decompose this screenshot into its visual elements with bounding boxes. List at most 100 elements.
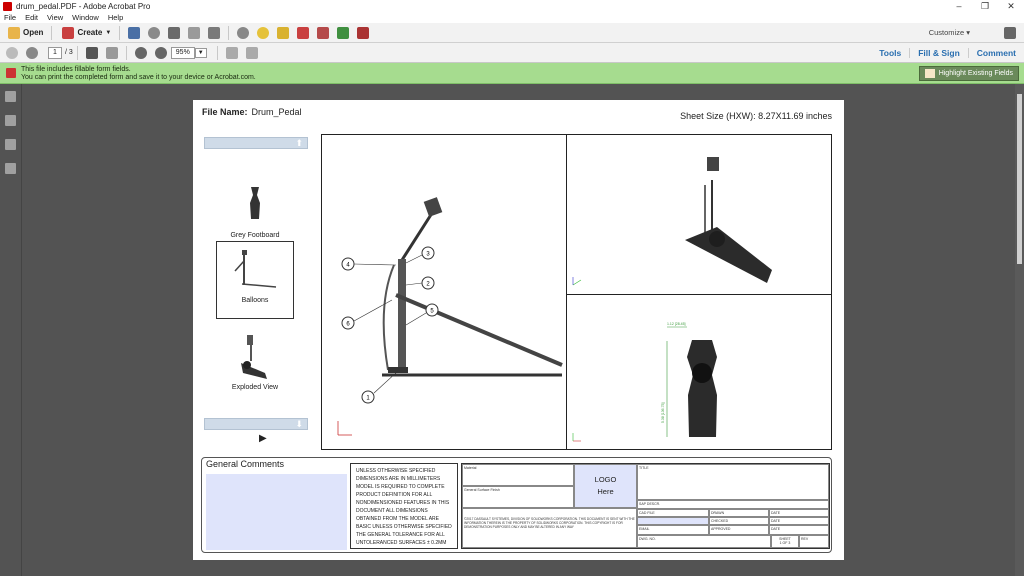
- menu-file[interactable]: File: [0, 13, 21, 22]
- finish-cell: General Surface Finish: [462, 486, 574, 508]
- zoom-input[interactable]: 95%: [170, 46, 195, 59]
- toolbar-divider: [125, 45, 127, 60]
- sap-cell[interactable]: SAP DESCR.: [637, 500, 829, 509]
- approved-cell[interactable]: APPROVED: [709, 525, 769, 535]
- dwg-no-cell[interactable]: DWG. NO.: [637, 535, 771, 548]
- fit-page-icon[interactable]: [225, 46, 238, 59]
- bookmarks-icon[interactable]: [5, 115, 16, 126]
- comment-icon[interactable]: [257, 26, 270, 39]
- main-toolbar: Open Create ▼ Customize ▾: [0, 23, 1024, 43]
- title-cell[interactable]: TITLE: [637, 464, 829, 500]
- fill-sign-link[interactable]: Fill & Sign: [909, 47, 968, 58]
- create-button[interactable]: Create ▼: [58, 25, 115, 41]
- thumb-exploded-view[interactable]: Exploded View: [216, 329, 294, 391]
- comment-link[interactable]: Comment: [967, 47, 1024, 58]
- customize-dropdown[interactable]: Customize ▾: [929, 28, 970, 37]
- title-block: Material General Surface Finish ©2017 DA…: [461, 463, 830, 549]
- save-icon[interactable]: [128, 26, 141, 39]
- highlight-icon[interactable]: [277, 26, 290, 39]
- expand-icon[interactable]: [1004, 26, 1016, 39]
- thumb-label: Grey Footboard: [230, 232, 280, 239]
- date-cell[interactable]: DATE: [769, 525, 829, 535]
- menu-view[interactable]: View: [43, 13, 68, 22]
- general-comments-label: General Comments: [206, 459, 285, 469]
- thumb-scroll-down[interactable]: ⬇: [204, 418, 308, 430]
- isometric-drawing: [572, 157, 772, 286]
- attachments-icon[interactable]: [5, 139, 16, 150]
- create-pdf-icon: [62, 26, 75, 39]
- footboard-thumb-image: [216, 177, 294, 232]
- open-button[interactable]: Open: [2, 25, 47, 41]
- close-button[interactable]: ✕: [998, 1, 1024, 12]
- email-icon[interactable]: [208, 26, 221, 39]
- settings-icon[interactable]: [237, 26, 250, 39]
- arrow-up-icon: ⬆: [295, 138, 303, 148]
- thumb-balloons[interactable]: Balloons: [216, 241, 294, 319]
- menu-window[interactable]: Window: [68, 13, 104, 22]
- cad-file-field[interactable]: [637, 517, 709, 525]
- pdf-app-icon: [3, 1, 12, 11]
- side-dimension: 5.38 [136.75]: [661, 403, 665, 423]
- menu-edit[interactable]: Edit: [21, 13, 43, 22]
- rev-cell[interactable]: REV: [799, 535, 829, 548]
- stamp-icon[interactable]: [297, 26, 310, 39]
- zoom-out-icon[interactable]: [134, 46, 147, 59]
- drawn-cell[interactable]: DRAWN: [709, 509, 769, 517]
- thumb-scroll-up[interactable]: ⬆: [204, 137, 308, 149]
- copyright-cell: ©2017 DASSAULT SYSTEMES, DIVISION OF SOL…: [462, 508, 637, 548]
- thumb-label: Exploded View: [231, 384, 279, 391]
- zoom-dropdown[interactable]: ▼: [194, 47, 207, 58]
- pdf-export-icon[interactable]: [317, 26, 330, 39]
- play-icon[interactable]: ▶: [259, 433, 267, 444]
- file-name-field[interactable]: Drum_Pedal: [252, 107, 302, 117]
- page-number-input[interactable]: 1: [48, 46, 62, 59]
- tools-link[interactable]: Tools: [871, 48, 909, 58]
- checked-cell[interactable]: CHECKED: [709, 517, 769, 525]
- notice-line-2: You can print the completed form and sav…: [21, 74, 256, 81]
- chevron-down-icon: ▼: [105, 29, 112, 36]
- sheet-cell: SHEET 1 OF 3: [771, 535, 799, 548]
- title-bar: drum_pedal.PDF - Adobe Acrobat Pro – ❐ ✕: [0, 0, 1024, 12]
- print-icon[interactable]: [168, 26, 181, 39]
- balloon-view: 1 2 3 4 5 6: [321, 134, 567, 450]
- vertical-scrollbar[interactable]: [1015, 84, 1024, 576]
- full-screen-icon[interactable]: [245, 46, 258, 59]
- select-cursor-icon[interactable]: [85, 46, 98, 59]
- hand-icon[interactable]: [105, 46, 118, 59]
- form-icon[interactable]: [337, 26, 350, 39]
- arrow-up-icon[interactable]: [6, 46, 18, 59]
- highlight-icon: [924, 69, 935, 78]
- edit-icon[interactable]: [188, 26, 201, 39]
- zoom-in-icon[interactable]: [154, 46, 167, 59]
- sheet-size: Sheet Size (HXW): 8.27X11.69 inches: [680, 111, 832, 121]
- material-cell: Material: [462, 464, 574, 486]
- thumb-grey-footboard[interactable]: Grey Footboard: [216, 177, 294, 239]
- menu-help[interactable]: Help: [104, 13, 128, 22]
- signatures-icon[interactable]: [5, 163, 16, 174]
- isometric-view: [566, 134, 832, 295]
- page-thumbnails-icon[interactable]: [5, 91, 16, 102]
- file-name-row: File Name: Drum_Pedal: [202, 107, 302, 117]
- menu-bar: File Edit View Window Help: [0, 12, 1024, 23]
- general-comments-field[interactable]: [206, 474, 347, 550]
- date-cell[interactable]: DATE: [769, 509, 829, 517]
- toolbar-divider: [228, 25, 230, 40]
- minimize-button[interactable]: –: [946, 1, 972, 12]
- exploded-thumb-image: [216, 329, 294, 384]
- maximize-button[interactable]: ❐: [972, 1, 998, 12]
- toolbar-divider: [216, 45, 218, 60]
- redact-icon[interactable]: [357, 26, 370, 39]
- cloud-icon[interactable]: [148, 26, 161, 39]
- date-cell[interactable]: DATE: [769, 517, 829, 525]
- arrow-down-icon[interactable]: [26, 46, 38, 59]
- balloon-drawing: 1 2 3 4 5 6: [337, 197, 563, 436]
- email-cell[interactable]: EMAIL: [637, 525, 709, 535]
- page-total: / 3: [65, 49, 73, 56]
- highlight-fields-button[interactable]: Highlight Existing Fields: [918, 66, 1019, 81]
- top-dimension: 1.12 [28.45]: [667, 322, 686, 326]
- form-icon: [6, 68, 16, 78]
- balloon-callouts: 1 2 3 4 5 6: [341, 246, 439, 404]
- window-title: drum_pedal.PDF - Adobe Acrobat Pro: [16, 1, 151, 11]
- scrollbar-thumb[interactable]: [1017, 94, 1022, 264]
- toolbar-divider: [119, 25, 121, 40]
